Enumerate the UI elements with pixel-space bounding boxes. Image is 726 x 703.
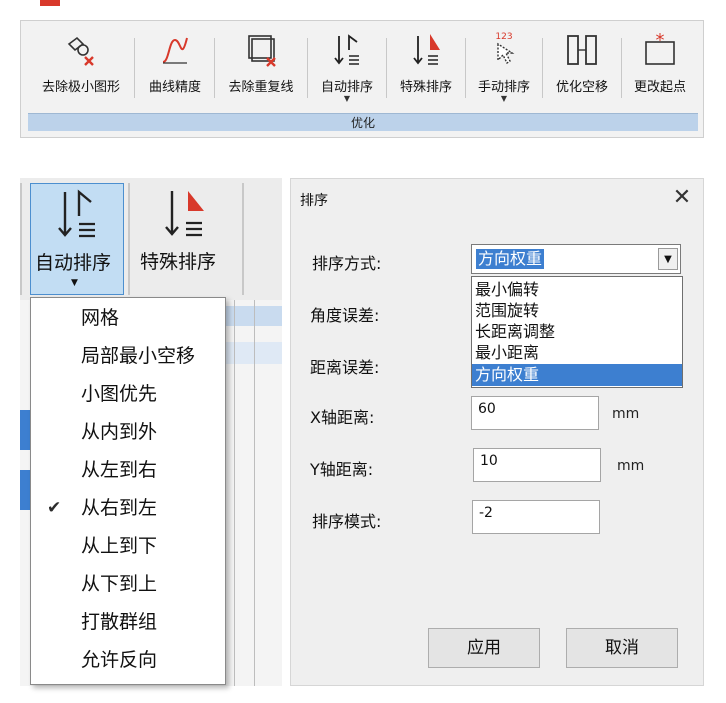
optimize-move-button[interactable]: 优化空移 [546,30,618,106]
auto-sort-button-zoomed[interactable]: 自动排序 ▼ [30,183,124,295]
dialog-title: 排序 [300,193,328,209]
auto-sort-menu: 网格 局部最小空移 小图优先 从内到外 从左到右 ✔ 从右到左 从上到下 从下到… [30,297,226,685]
menu-item-grid[interactable]: 网格 [31,300,225,336]
x-distance-input[interactable]: 60 [471,396,599,430]
distance-error-label: 距离误差: [310,358,380,377]
dropdown-option[interactable]: 长距离调整 [472,321,682,343]
manual-sort-button[interactable]: 123 手动排序 ▼ [469,30,539,106]
change-start-icon: * [645,30,675,65]
menu-item-label: 从下到上 [81,573,158,595]
curve-precision-button[interactable]: 曲线精度 [138,30,212,106]
ribbon-separator [621,38,622,98]
menu-item-inside-out[interactable]: 从内到外 [31,414,225,450]
menu-item-local-min-move[interactable]: 局部最小空移 [31,338,225,374]
svg-text:*: * [656,30,665,51]
curve-precision-label: 曲线精度 [148,80,201,95]
remove-small-shapes-button[interactable]: 去除极小图形 [30,30,132,106]
dropdown-caret-icon: ▼ [71,278,78,288]
special-sort-label: 特殊排序 [399,80,452,95]
remove-small-shapes-icon [67,36,94,66]
menu-item-label: 从左到右 [81,459,158,481]
sort-method-dropdown: 最小偏转 范围旋转 长距离调整 最小距离 方向权重 [471,276,683,388]
ribbon-top-strip [20,0,704,22]
toolbar-separator [242,183,244,295]
menu-item-label: 小图优先 [81,383,158,405]
special-sort-button-zoomed[interactable]: 特殊排序 [132,183,240,295]
cancel-button[interactable]: 取消 [566,628,678,668]
menu-item-label: 允许反向 [81,649,158,671]
menu-item-top-to-bottom[interactable]: 从上到下 [31,528,225,564]
dropdown-option[interactable]: 最小距离 [472,342,682,364]
menu-item-label: 打散群组 [81,611,158,633]
ribbon-separator [465,38,466,98]
special-sort-button[interactable]: 特殊排序 [390,30,462,106]
auto-sort-label: 自动排序 [320,80,373,95]
auto-sort-icon [58,189,95,238]
dropdown-option-selected[interactable]: 方向权重 [472,364,682,386]
toolbar-separator [128,183,130,295]
ribbon-separator [134,38,135,98]
toolbar-separator [20,183,22,295]
special-sort-icon [413,34,440,65]
menu-item-label: 从上到下 [81,535,158,557]
ribbon-separator [307,38,308,98]
sort-method-label: 排序方式: [312,254,382,273]
menu-item-right-to-left[interactable]: ✔ 从右到左 [31,490,225,526]
auto-sort-button[interactable]: 自动排序 ▼ [311,30,383,106]
ribbon-separator [386,38,387,98]
x-distance-label: X轴距离: [310,408,375,427]
ribbon-tab-indicator [40,0,60,6]
close-icon[interactable]: ✕ [668,184,696,212]
y-distance-label: Y轴距离: [310,460,374,479]
special-sort-label-zoomed: 特殊排序 [140,251,217,273]
menu-item-left-to-right[interactable]: 从左到右 [31,452,225,488]
optimize-move-label: 优化空移 [555,80,608,95]
dropdown-option[interactable]: 范围旋转 [472,300,682,322]
menu-item-break-groups[interactable]: 打散群组 [31,604,225,640]
sort-method-select[interactable]: 方向权重 ▼ [471,244,681,274]
auto-sort-label-zoomed: 自动排序 [35,252,112,274]
remove-small-shapes-label: 去除极小图形 [41,80,120,95]
menu-item-label: 从内到外 [81,421,158,443]
check-icon: ✔ [47,498,62,518]
manual-sort-icon: 123 [495,32,515,65]
remove-duplicate-lines-button[interactable]: 去除重复线 [218,30,304,106]
y-unit-label: mm [617,458,645,474]
optimize-move-icon [567,35,597,65]
dropdown-caret-icon: ▼ [500,94,508,103]
remove-duplicate-lines-label: 去除重复线 [228,80,294,95]
ribbon-separator [542,38,543,98]
apply-button[interactable]: 应用 [428,628,540,668]
menu-item-label: 网格 [81,307,120,329]
special-sort-icon [165,191,204,237]
menu-item-label: 局部最小空移 [81,345,196,367]
manual-sort-label: 手动排序 [477,80,530,95]
y-distance-input[interactable]: 10 [473,448,601,482]
change-start-button[interactable]: * 更改起点 [624,30,696,106]
dropdown-option[interactable]: 最小偏转 [472,279,682,301]
change-start-label: 更改起点 [633,80,686,95]
remove-duplicate-lines-icon [248,35,276,67]
dropdown-caret-icon: ▼ [343,94,351,103]
sort-mode-input[interactable]: -2 [472,500,600,534]
chevron-down-icon[interactable]: ▼ [658,248,678,270]
x-unit-label: mm [612,406,640,422]
ribbon-separator [214,38,215,98]
curve-precision-icon [162,37,188,64]
auto-sort-icon [334,34,359,65]
sort-mode-label: 排序模式: [312,512,382,531]
menu-item-label: 从右到左 [81,497,158,519]
menu-item-small-first[interactable]: 小图优先 [31,376,225,412]
menu-item-bottom-to-top[interactable]: 从下到上 [31,566,225,602]
menu-item-allow-reverse[interactable]: 允许反向 [31,642,225,678]
angle-error-label: 角度误差: [310,306,380,325]
ribbon-group-label: 优化 [28,113,698,131]
manual-sort-digits: 123 [495,32,512,42]
sort-method-value: 方向权重 [476,249,545,269]
